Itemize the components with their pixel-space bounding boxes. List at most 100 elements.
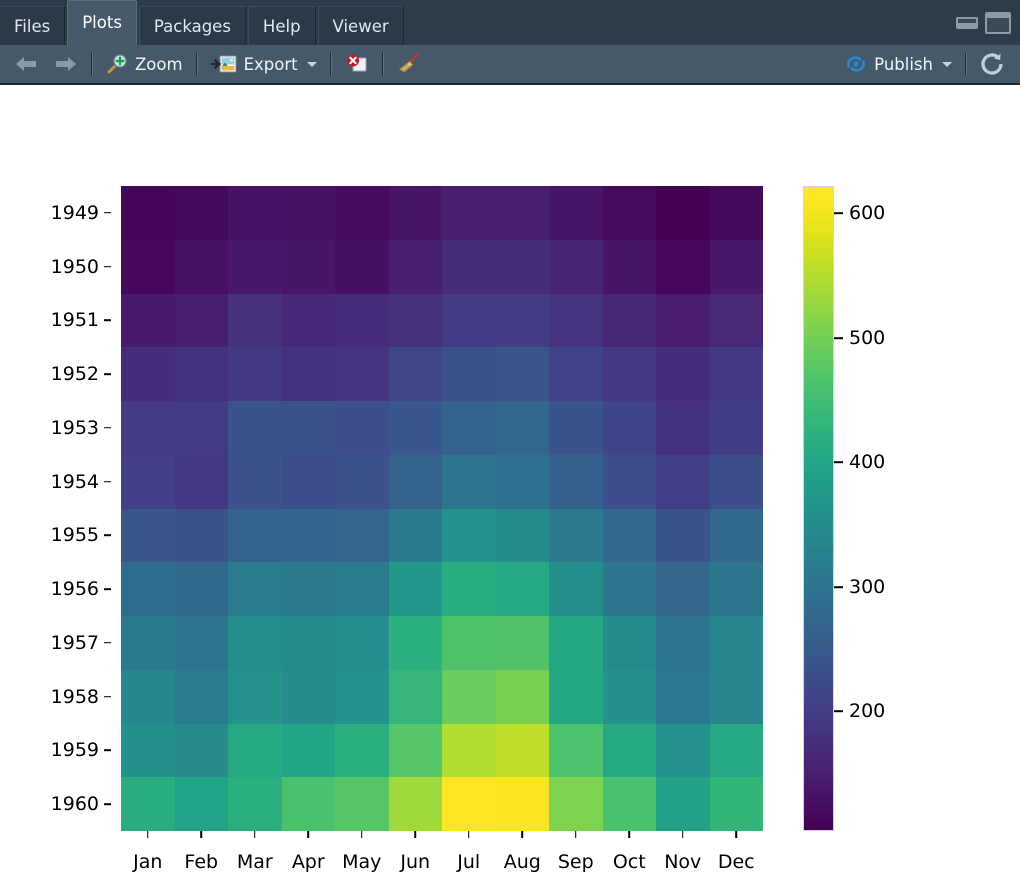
- publish-icon: [845, 54, 867, 74]
- tab-viewer[interactable]: Viewer: [317, 6, 404, 45]
- publish-button[interactable]: Publish: [837, 48, 960, 80]
- heatmap-cell: [281, 669, 335, 724]
- chevron-down-icon[interactable]: [942, 61, 952, 67]
- heatmap-cell: [335, 454, 389, 509]
- heatmap-cell: [656, 508, 710, 563]
- tab-viewer-label: Viewer: [332, 17, 389, 36]
- heatmap-cell: [281, 508, 335, 563]
- heatmap-cell: [709, 508, 763, 563]
- heatmap-cell: [228, 347, 282, 401]
- heatmap-cell: [121, 616, 175, 670]
- tab-files-label: Files: [14, 17, 51, 36]
- x-axis-tick-mark: [574, 831, 577, 838]
- heatmap-cell: [602, 347, 656, 401]
- heatmap-cell: [656, 669, 710, 724]
- heatmap-cell: [602, 401, 656, 455]
- x-axis-tick-label: Sep: [557, 851, 594, 873]
- forward-button[interactable]: [46, 48, 86, 80]
- heatmap-cell: [495, 293, 549, 348]
- zoom-label: Zoom: [135, 54, 183, 74]
- heatmap-cell: [709, 616, 763, 670]
- rstudio-plots-pane: Files Plots Packages Help Viewer Zoom Ex…: [0, 0, 1020, 886]
- heatmap-cell: [602, 723, 656, 778]
- colorbar-tick-label: 300: [849, 575, 886, 598]
- zoom-button[interactable]: Zoom: [98, 48, 191, 80]
- y-axis-tick-mark: [104, 534, 111, 537]
- heatmap-cell: [656, 239, 710, 294]
- minimize-pane-icon[interactable]: [956, 16, 978, 29]
- heatmap-cell: [656, 293, 710, 348]
- y-axis-tick-mark: [104, 749, 111, 752]
- maximize-pane-icon[interactable]: [985, 11, 1011, 34]
- heatmap-cell: [174, 347, 228, 401]
- heatmap-cell: [335, 347, 389, 401]
- x-axis-tick-label: Jul: [457, 851, 481, 873]
- heatmap-cell: [495, 616, 549, 670]
- clear-all-plots-button[interactable]: [389, 48, 429, 80]
- y-axis-tick-mark: [104, 588, 111, 590]
- remove-plot-button[interactable]: [337, 48, 377, 80]
- x-axis-tick-label: Aug: [503, 851, 541, 873]
- x-axis-tick-label: Oct: [612, 851, 646, 873]
- colorbar-tick-mark: [834, 461, 843, 464]
- heatmap-cell: [709, 239, 763, 294]
- x-axis-tick-label: Mar: [236, 851, 273, 873]
- x-axis-labels: Jan Feb Mar Apr May Jun Jul Aug Sep Oct Nov Dec: [121, 831, 763, 887]
- toolbar-separator: [381, 53, 384, 75]
- chevron-down-icon[interactable]: [306, 61, 317, 67]
- heatmap-cell: [549, 508, 603, 563]
- heatmap-cell: [174, 293, 228, 348]
- tab-plots-label: Plots: [82, 13, 122, 32]
- heatmap-cell: [281, 293, 335, 348]
- y-axis-tick-mark: [104, 212, 111, 214]
- toolbar-separator: [329, 53, 332, 75]
- heatmap-cell: [549, 347, 603, 401]
- heatmap-cell: [442, 347, 496, 401]
- colorbar-tick-mark: [834, 337, 843, 339]
- tab-packages-label: Packages: [153, 17, 231, 36]
- heatmap-cell: [549, 239, 603, 294]
- x-axis-tick-mark: [253, 831, 256, 838]
- heatmap-cell: [709, 777, 763, 831]
- toolbar-separator: [195, 53, 198, 75]
- heatmap-cell: [174, 508, 228, 563]
- tab-help[interactable]: Help: [247, 6, 316, 45]
- y-axis-tick-label: 1959: [50, 739, 99, 762]
- heatmap-cell: [388, 777, 442, 831]
- plots-toolbar: Zoom Export Publish: [0, 45, 1020, 85]
- colorbar-tick-mark: [834, 586, 843, 588]
- heatmap-cell: [602, 669, 656, 724]
- tabbar-spacer: [406, 0, 956, 45]
- heatmap-cell: [228, 293, 282, 348]
- heatmap-cell: [709, 293, 763, 348]
- heatmap-cell: [388, 508, 442, 563]
- heatmap-cell: [174, 616, 228, 670]
- heatmap-cell: [709, 454, 763, 509]
- heatmap-cell: [602, 293, 656, 348]
- heatmap-cell: [549, 293, 603, 348]
- heatmap-cell: [335, 508, 389, 563]
- back-button[interactable]: [6, 48, 46, 80]
- heatmap-cell: [228, 401, 282, 455]
- heatmap-cell: [549, 401, 603, 455]
- heatmap-cell: [228, 669, 282, 724]
- tab-files[interactable]: Files: [0, 6, 66, 45]
- refresh-button[interactable]: [972, 48, 1014, 80]
- heatmap-cell: [709, 562, 763, 616]
- export-button[interactable]: Export: [203, 48, 325, 80]
- heatmap-cell: [549, 454, 603, 509]
- heatmap-cell: [335, 562, 389, 616]
- heatmap-plot: [121, 186, 763, 831]
- y-axis-tick-label: 1951: [50, 309, 99, 332]
- tab-help-label: Help: [262, 17, 301, 36]
- heatmap-cell: [602, 186, 656, 240]
- export-image-icon: [209, 54, 237, 74]
- heatmap-cell: [281, 186, 335, 240]
- y-axis-tick-mark: [104, 427, 111, 429]
- tab-plots[interactable]: Plots: [67, 0, 137, 45]
- heatmap-cell: [602, 239, 656, 294]
- broom-icon: [397, 53, 421, 75]
- forward-arrow-icon: [54, 55, 78, 73]
- tab-packages[interactable]: Packages: [138, 6, 246, 45]
- heatmap-cell: [442, 293, 496, 348]
